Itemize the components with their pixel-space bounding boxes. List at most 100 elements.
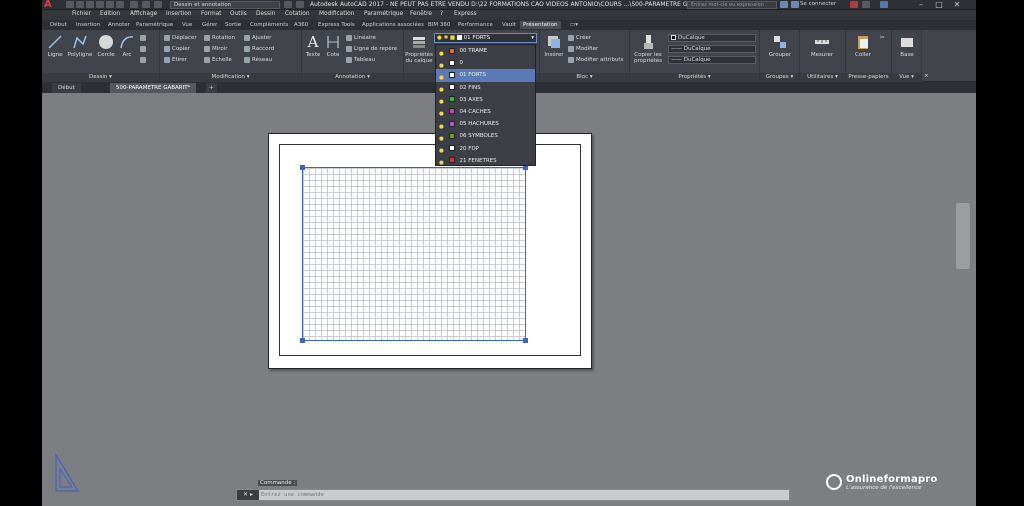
layer-toggle-icon[interactable] (284, 1, 292, 8)
print-icon[interactable] (106, 1, 114, 8)
ribbon-tab[interactable]: Paramétrique (136, 22, 173, 28)
ajuster-button[interactable]: Ajuster (244, 34, 271, 43)
ribbon-tab[interactable]: Gérer (202, 22, 217, 28)
doc-tab-start[interactable]: Début (52, 83, 81, 93)
copier-button[interactable]: Copier (164, 45, 190, 54)
layer-properties-button[interactable]: Propriétés du calque (404, 34, 434, 64)
echelle-button[interactable]: Echelle (204, 56, 232, 65)
help-icon[interactable] (880, 1, 888, 8)
quick-access-more-icon[interactable] (296, 1, 304, 8)
color-dropdown[interactable]: DuCalque (668, 34, 756, 42)
autocad360-icon[interactable] (862, 1, 870, 8)
menu-item[interactable]: Outils (230, 11, 247, 17)
signin-link[interactable]: Se connecter (800, 1, 836, 7)
lineaire-button[interactable]: Linéaire (346, 34, 376, 43)
open-icon[interactable] (76, 1, 84, 8)
ribbon-tab[interactable]: BIM 360 (428, 22, 450, 28)
layout-paper[interactable] (268, 133, 592, 369)
close-icon[interactable]: ✕ (950, 0, 964, 10)
ribbon-tab-active[interactable]: Présentation (520, 21, 561, 29)
ribbon-tab[interactable]: A360 (294, 22, 308, 28)
ligne-repere-button[interactable]: Ligne de repère (346, 45, 397, 54)
creer-button[interactable]: Créer (568, 34, 591, 43)
undo-icon[interactable] (130, 1, 138, 8)
layout-viewport[interactable] (300, 165, 528, 343)
linetype-dropdown[interactable]: —— DuCalque (668, 45, 756, 53)
etirer-button[interactable]: Etirer (164, 56, 187, 65)
group-label[interactable]: Utilitaires ▾ (800, 73, 845, 82)
menu-item[interactable]: Fenêtre (410, 11, 432, 17)
layer-row[interactable]: ● 20 FDP (436, 143, 535, 155)
ribbon-tab[interactable]: Express Tools (318, 22, 355, 28)
rotation-button[interactable]: Rotation (204, 34, 235, 43)
plot-icon[interactable] (116, 1, 124, 8)
ribbon-tab[interactable]: Début (50, 22, 67, 28)
workspace-selector[interactable]: Dessin et annotation (170, 1, 280, 9)
group-label[interactable]: Bloc ▾ (540, 73, 629, 82)
draw-more-button[interactable] (140, 56, 148, 65)
layer-row[interactable]: ● 0 (436, 57, 535, 69)
deplacer-button[interactable]: Déplacer (164, 34, 197, 43)
menu-item[interactable]: Modification (319, 11, 354, 17)
menu-item[interactable]: Format (201, 11, 221, 17)
mesurer-button[interactable]: Mesurer (802, 34, 842, 58)
new-tab-button[interactable]: + (206, 83, 217, 93)
menu-item[interactable]: Affichage (130, 11, 157, 17)
viewport-grip[interactable] (300, 165, 305, 170)
command-close-icon[interactable]: ✕ ▸ (237, 490, 259, 500)
lineweight-dropdown[interactable]: —— DuCalque (668, 56, 756, 64)
layer-row-selected[interactable]: ● 01 FORTS (436, 69, 535, 82)
viewport-grip[interactable] (300, 338, 305, 343)
ribbon-tab[interactable]: Insertion (76, 22, 100, 28)
group-label[interactable]: Propriétés ▾ (630, 73, 759, 82)
menu-item[interactable]: Dessin (256, 11, 275, 17)
exchange-icon[interactable] (850, 1, 858, 8)
menu-item[interactable]: Fichier (72, 11, 91, 17)
layer-row[interactable]: ● 05 HACHURES (436, 118, 535, 130)
menu-item[interactable]: Insertion (166, 11, 191, 17)
group-label[interactable]: Vue ▾ (892, 73, 921, 82)
modifier-button[interactable]: Modifier (568, 45, 598, 54)
cut-button[interactable]: ✂ (880, 34, 885, 43)
menu-item[interactable]: Paramétrique (364, 11, 403, 17)
save-as-icon[interactable] (96, 1, 104, 8)
group-label[interactable]: Annotation ▾ (302, 73, 403, 82)
search-input[interactable]: Entrez mot-clé ou expression (687, 1, 777, 9)
search-icon[interactable] (780, 1, 788, 8)
layer-row[interactable]: ● 06 SYMBOLES (436, 130, 535, 142)
group-label[interactable]: Presse-papiers (846, 73, 891, 82)
modifier-attributs-button[interactable]: Modifier attributs (568, 56, 623, 65)
miroir-button[interactable]: Miroir (204, 45, 228, 54)
coller-button[interactable]: Coller (848, 34, 878, 58)
ribbon-tab[interactable]: Compléments (250, 22, 288, 28)
ligne-button[interactable]: Ligne (46, 34, 64, 58)
minimize-icon[interactable]: – (914, 0, 928, 10)
group-label[interactable]: Modification ▾ (160, 73, 301, 82)
ribbon-tab[interactable]: Performance (458, 22, 493, 28)
cercle-button[interactable]: Cercle (96, 34, 116, 58)
group-label[interactable]: Groupes ▾ (760, 73, 799, 82)
arc-button[interactable]: Arc (119, 34, 135, 58)
inserer-button[interactable]: Insérer (544, 34, 564, 58)
navigation-bar[interactable] (956, 203, 970, 269)
ribbon-tab[interactable]: Vault (502, 22, 516, 28)
layer-row[interactable]: ● 03 AXES (436, 94, 535, 106)
command-input[interactable] (261, 491, 781, 499)
ribbon-tab[interactable]: Vue (182, 22, 192, 28)
ribbon-expand-icon[interactable]: × (924, 72, 929, 81)
ribbon-tab[interactable]: Applications associées (362, 22, 424, 28)
texte-button[interactable]: A Texte (304, 34, 322, 58)
save-icon[interactable] (86, 1, 94, 8)
redo-icon[interactable] (142, 1, 150, 8)
user-icon[interactable] (791, 1, 799, 8)
tableau-button[interactable]: Tableau (346, 56, 375, 65)
layer-row[interactable]: ● 04 CACHES (436, 106, 535, 118)
polyligne-button[interactable]: Polyligne (66, 34, 94, 58)
cote-button[interactable]: Cote (324, 34, 342, 58)
ribbon-tab[interactable]: Annoter (108, 22, 130, 28)
menu-item[interactable]: ? (440, 11, 443, 17)
viewport-grip[interactable] (523, 338, 528, 343)
menu-item[interactable]: Edition (100, 11, 120, 17)
doc-tab-active[interactable]: 500-PARAMETRE GABARIT* (110, 83, 197, 93)
maximize-icon[interactable]: □ (932, 0, 946, 10)
